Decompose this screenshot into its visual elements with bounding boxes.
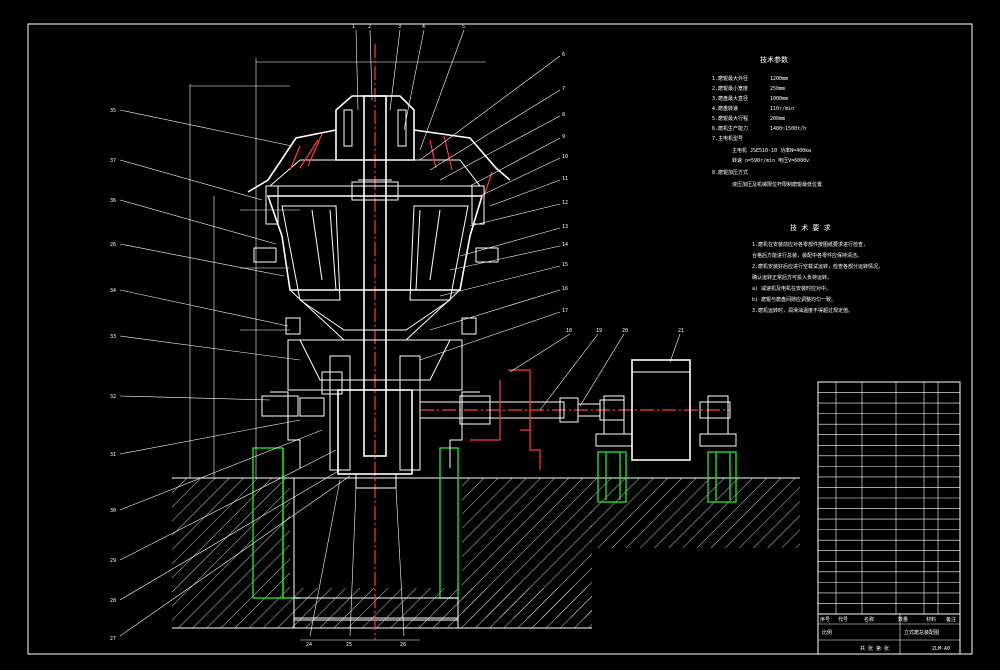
part-no-33: 33 <box>110 334 116 340</box>
tb-h0: 序号 <box>820 616 830 623</box>
tb-h2: 名称 <box>864 616 874 623</box>
spec-0-label: 1.磨辊最大外径 <box>712 75 748 82</box>
spec-2-label: 3.磨盘最大直径 <box>712 95 748 102</box>
part-no-31: 31 <box>110 452 116 458</box>
top-cover <box>247 95 511 197</box>
tech-line-5: b) 磨辊与磨盘间隙应调整均匀一致。 <box>752 296 836 303</box>
part-no-11: 11 <box>562 176 568 182</box>
bom-table <box>817 381 961 615</box>
part-no-8: 8 <box>562 112 565 118</box>
drive-shaft <box>419 369 731 470</box>
part-no-16: 16 <box>562 286 568 292</box>
part-no-4: 4 <box>422 24 425 30</box>
part-no-12: 12 <box>562 200 568 206</box>
part-no-36: 36 <box>110 198 116 204</box>
part-no-15: 15 <box>562 262 568 268</box>
spec-5-value: 1400~1500t/h <box>770 126 806 132</box>
drawing-canvas: 1 2 3 4 5 6 7 8 9 10 11 12 13 14 15 16 1… <box>0 0 1000 666</box>
tech-line-0: 1.磨机在安装前应对各零部件按图纸要求进行检查， <box>752 241 868 248</box>
tech-requirements: 技 术 要 求 1.磨机在安装前应对各零部件按图纸要求进行检查， 合格后方能进行… <box>752 223 883 314</box>
title-block: 序号 代号 名称 数量 材料 备注 立式磨总装配图 ZLM-A0 比例 共 张 … <box>817 613 961 655</box>
part-no-19: 19 <box>596 328 602 334</box>
note-8b: 液压加压及机械限位杆限制磨辊最低位置 <box>732 181 822 188</box>
foundation <box>172 477 800 629</box>
part-no-30: 30 <box>110 508 116 514</box>
part-no-25: 25 <box>346 642 352 648</box>
part-no-10: 10 <box>562 154 568 160</box>
part-no-27: 27 <box>110 636 116 642</box>
spec-6-label: 7.主电机型号 <box>712 135 743 142</box>
spec-0-value: 1200mm <box>770 76 788 82</box>
part-no-26: 26 <box>110 242 116 248</box>
part-no-34: 34 <box>110 288 116 294</box>
part-no-21: 21 <box>678 328 684 334</box>
tech-line-1: 合格后方能进行总装，装配中各零件应保持清洁。 <box>752 252 862 259</box>
grinding-roller <box>253 185 499 341</box>
tech-line-6: 3.磨机运转时，润滑油温度不得超过规定值。 <box>752 307 853 314</box>
tb-title: 立式磨总装配图 <box>904 629 939 636</box>
tb-h5: 备注 <box>946 616 956 623</box>
part-no-13: 13 <box>562 224 568 230</box>
part-no-20: 20 <box>622 328 628 334</box>
part-no-29: 29 <box>110 558 116 564</box>
assembly-drawing: 1 2 3 4 5 6 7 8 9 10 11 12 13 14 15 16 1… <box>27 23 973 655</box>
part-no-24: 24 <box>306 642 312 648</box>
tb-drawing-no: ZLM-A0 <box>932 646 950 652</box>
motor-line-1: 主电机 JSE510-10 功率N=400kw <box>732 147 812 154</box>
spec-3-value: 110r/min <box>770 106 794 112</box>
spec-1-label: 2.磨辊最小宽度 <box>712 85 748 92</box>
part-no-26b: 26 <box>400 642 406 648</box>
tb-h1: 代号 <box>838 616 848 623</box>
spec-4-label: 5.磨辊最大行程 <box>712 115 748 122</box>
tech-line-2: 2.磨机安装好后应进行空载试运转，检查各部分运转情况， <box>752 263 883 270</box>
tb-sheet: 共 张 第 张 <box>860 645 889 652</box>
tech-heading: 技 术 要 求 <box>790 223 831 232</box>
part-no-9: 9 <box>562 134 565 140</box>
part-no-2: 2 <box>368 24 371 30</box>
part-no-7: 7 <box>562 86 565 92</box>
note-8: 8.磨辊加压方式 <box>712 169 748 176</box>
spec-heading: 技术参数 <box>760 55 788 64</box>
tech-line-3: 确认运转正常后方可投入负荷运转。 <box>752 274 832 281</box>
spec-3-label: 4.磨盘转速 <box>712 105 738 112</box>
part-no-6: 6 <box>562 52 565 58</box>
tb-scale: 比例 <box>822 629 832 636</box>
part-no-5: 5 <box>462 24 465 30</box>
tb-h4: 材料 <box>926 616 936 623</box>
part-no-32: 32 <box>110 394 116 400</box>
spec-1-value: 250mm <box>770 86 785 92</box>
spec-5-label: 6.磨机生产能力 <box>712 125 748 132</box>
part-no-17: 17 <box>562 308 568 314</box>
part-no-37: 37 <box>110 158 116 164</box>
tech-line-4: a) 减速机及电机在安装时应对中。 <box>752 285 831 292</box>
part-no-14: 14 <box>562 242 568 248</box>
spec-4-value: 200mm <box>770 116 785 122</box>
housing <box>261 339 480 489</box>
tb-h3: 数量 <box>898 616 908 623</box>
part-no-1: 1 <box>352 24 355 30</box>
part-no-35: 35 <box>110 108 116 114</box>
motor-line-2: 转速 n=590r/min 电压V=6000v <box>732 157 809 164</box>
part-no-3: 3 <box>398 24 401 30</box>
spec-2-value: 1000mm <box>770 96 788 102</box>
part-no-28: 28 <box>110 598 116 604</box>
part-no-18: 18 <box>566 328 572 334</box>
spec-block: 技术参数 1.磨辊最大外径 1200mm 2.磨辊最小宽度 250mm 3.磨盘… <box>712 55 822 188</box>
